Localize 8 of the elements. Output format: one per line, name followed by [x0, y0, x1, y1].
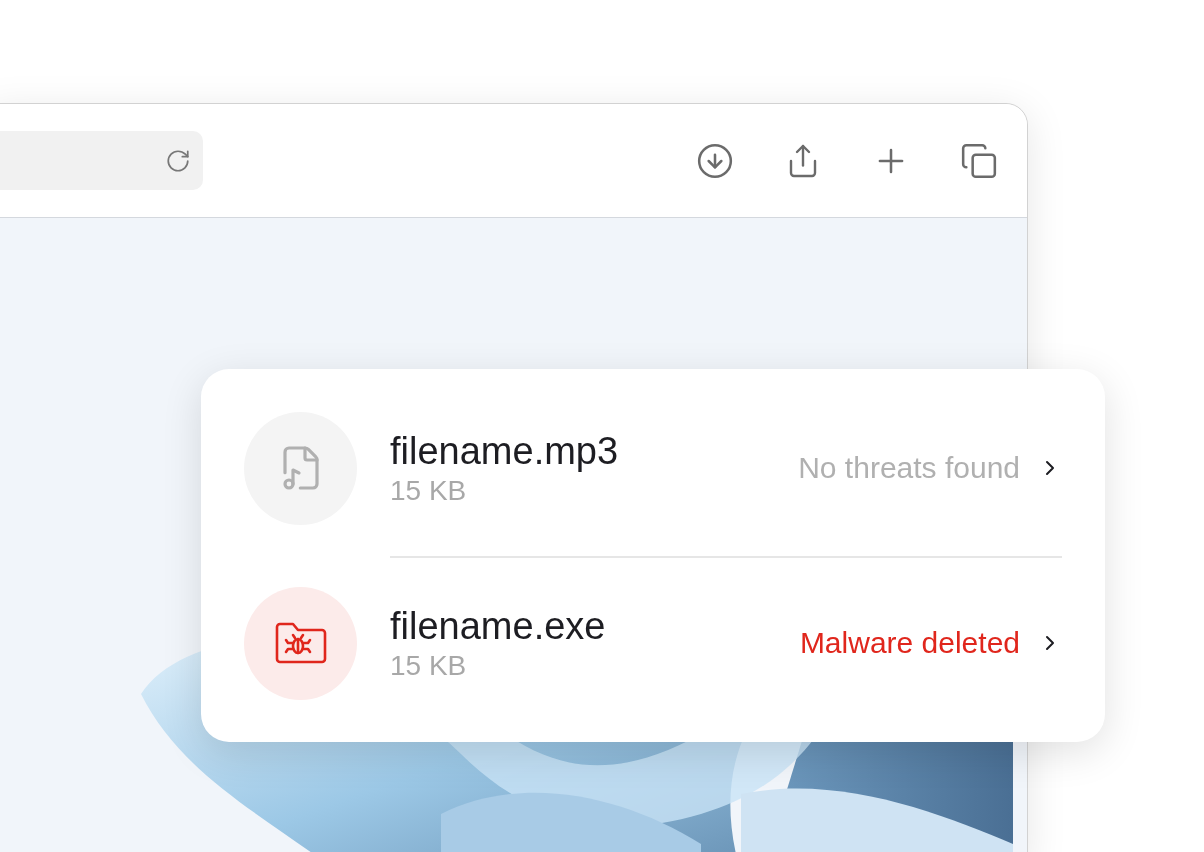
scan-status: Malware deleted — [799, 626, 1020, 660]
file-name: filename.exe — [390, 604, 606, 649]
file-size: 15 KB — [390, 474, 468, 508]
bug-folder-icon — [273, 621, 328, 665]
scan-status: No threats found — [798, 451, 1020, 485]
file-name: filename.mp3 — [390, 429, 619, 474]
file-size: 15 KB — [390, 649, 468, 683]
reload-icon[interactable] — [165, 147, 191, 174]
